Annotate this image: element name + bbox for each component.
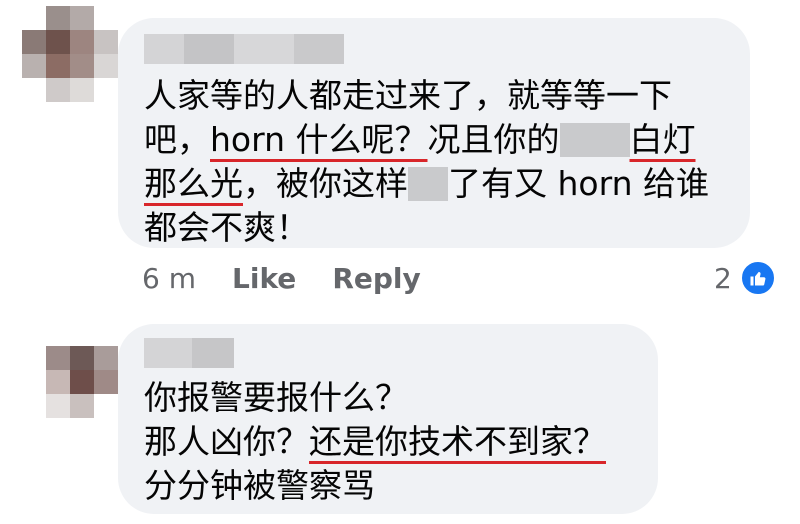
highlighted-text: horn 什么呢？ xyxy=(210,120,428,159)
comment-line: 分分钟被警察骂 xyxy=(144,464,375,508)
text-segment: 吧， xyxy=(144,120,210,159)
text-segment: 了有又 horn 给谁 xyxy=(448,164,709,203)
reply-button[interactable]: Reply xyxy=(332,262,420,295)
highlighted-text: 白灯 xyxy=(629,120,696,159)
text-segment: 都会不爽！ xyxy=(144,208,309,247)
avatar[interactable] xyxy=(22,6,118,102)
avatar[interactable] xyxy=(22,322,118,418)
text-segment: 你报警要报什么？ xyxy=(144,378,408,417)
comment-line: 吧，horn 什么呢？况且你的 白灯 xyxy=(144,118,696,162)
text-segment: 那人凶你？ xyxy=(144,422,309,461)
like-button[interactable]: Like xyxy=(232,262,296,295)
comment-bubble: 人家等的人都走过来了，就等等一下 吧，horn 什么呢？况且你的 白灯 那么光，被… xyxy=(118,18,750,248)
redacted-text xyxy=(559,123,630,157)
comment-line: 那么光，被你这样 了有又 horn 给谁 xyxy=(144,162,709,206)
commenter-name[interactable] xyxy=(144,34,344,64)
text-segment: 况且你的 xyxy=(427,120,560,159)
comment-line: 那人凶你？还是你技术不到家？ xyxy=(144,420,606,464)
commenter-name[interactable] xyxy=(144,338,234,368)
redacted-text xyxy=(408,167,448,201)
highlighted-text: 那么光 xyxy=(144,164,243,203)
comment-line: 都会不爽！ xyxy=(144,206,309,250)
comment-line: 人家等的人都走过来了，就等等一下 xyxy=(144,74,672,118)
like-thumb-icon xyxy=(739,260,776,296)
reaction-count: 2 xyxy=(714,261,732,295)
comment-line: 你报警要报什么？ xyxy=(144,376,408,420)
highlighted-text: 还是你技术不到家？ xyxy=(309,422,606,461)
comment-timestamp[interactable]: 6 m xyxy=(142,262,196,295)
text-segment: 人家等的人都走过来了，就等等一下 xyxy=(144,76,672,115)
text-segment: 分分钟被警察骂 xyxy=(144,466,375,505)
comment-actions: 6 m Like Reply xyxy=(142,258,457,298)
reaction-summary[interactable]: 2 xyxy=(714,258,776,298)
text-segment: ，被你这样 xyxy=(243,164,408,203)
comment-bubble: 你报警要报什么？ 那人凶你？还是你技术不到家？ 分分钟被警察骂 xyxy=(118,324,658,514)
